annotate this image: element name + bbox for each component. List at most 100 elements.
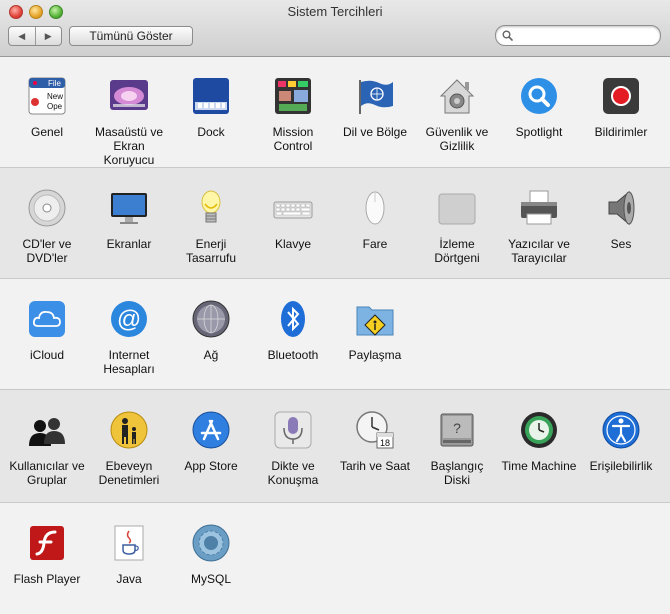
window-title: Sistem Tercihleri <box>287 4 383 19</box>
un-flag-icon <box>359 80 393 114</box>
svg-text:Ope: Ope <box>47 102 63 111</box>
pane-label: Enerji Tasarrufu <box>185 237 237 265</box>
other-section: Flash Player Java MySQL <box>0 503 670 614</box>
pane-label: Yazıcılar ve Tarayıcılar <box>508 237 570 265</box>
trackpad-icon <box>438 193 476 225</box>
pane-parental-controls[interactable]: Ebeveyn Denetimleri <box>88 410 170 487</box>
speaker-icon <box>608 190 635 226</box>
pane-spotlight[interactable]: Spotlight <box>498 76 580 139</box>
general-file-icon: File New Ope <box>28 77 66 115</box>
pane-label: Fare <box>362 237 388 251</box>
pane-security-privacy[interactable]: Güvenlik ve Gizlilik <box>416 76 498 153</box>
pane-label: Dock <box>197 125 225 139</box>
java-cup-icon <box>114 525 144 561</box>
pane-label: Internet Hesapları <box>103 348 155 376</box>
pane-startup-disk[interactable]: ? Başlangıç Diski <box>416 410 498 487</box>
pane-energy-saver[interactable]: Enerji Tasarrufu <box>170 188 252 265</box>
pane-keyboard[interactable]: Klavye <box>252 188 334 251</box>
pane-language-region[interactable]: Dil ve Bölge <box>334 76 416 139</box>
pane-mission-control[interactable]: Mission Control <box>252 76 334 153</box>
mysql-icon <box>192 524 230 562</box>
pane-label: Ebeveyn Denetimleri <box>98 459 160 487</box>
personal-section: File New Ope Genel Masaüstü ve Ekran Kor… <box>0 57 670 168</box>
microphone-icon <box>274 411 312 449</box>
pane-trackpad[interactable]: İzleme Dörtgeni <box>416 188 498 265</box>
pane-label: Başlangıç Diski <box>430 459 484 487</box>
keyboard-icon <box>273 201 313 219</box>
pane-date-time[interactable]: 18 Tarih ve Saat <box>334 410 416 473</box>
pane-network[interactable]: Ağ <box>170 299 252 362</box>
pane-label: Flash Player <box>13 572 81 586</box>
pane-label: Java <box>116 572 142 586</box>
printer-icon <box>521 190 557 225</box>
svg-text:File: File <box>48 79 61 88</box>
pane-label: Kullanıcılar ve Gruplar <box>9 459 85 487</box>
pane-mouse[interactable]: Fare <box>334 188 416 251</box>
pane-dictation-speech[interactable]: Dikte ve Konuşma <box>252 410 334 487</box>
back-button[interactable]: ◀ <box>9 27 35 45</box>
pane-label: Ekranlar <box>106 237 152 251</box>
lightbulb-icon <box>201 190 221 223</box>
svg-text:?: ? <box>453 420 461 436</box>
pane-label: Genel <box>30 125 64 139</box>
pane-label: MySQL <box>190 572 231 586</box>
pane-internet-accounts[interactable]: @ Internet Hesapları <box>88 299 170 376</box>
time-machine-icon <box>521 412 557 448</box>
pane-label: Spotlight <box>515 125 563 139</box>
forward-button[interactable]: ▶ <box>34 27 62 45</box>
network-globe-icon <box>192 300 230 338</box>
svg-text:@: @ <box>117 306 141 333</box>
system-preferences-window: Sistem Tercihleri ◀ ▶ Tümünü Göster File… <box>0 0 670 614</box>
notifications-record-icon <box>603 78 639 114</box>
svg-text:18: 18 <box>380 438 390 448</box>
pane-java[interactable]: Java <box>88 523 170 586</box>
bluetooth-icon <box>281 301 305 337</box>
accessibility-icon <box>602 411 640 449</box>
search-field[interactable] <box>495 25 661 46</box>
pane-app-store[interactable]: App Store <box>170 410 252 473</box>
pane-label: CD'ler ve DVD'ler <box>22 237 72 265</box>
pane-label: Dikte ve Konuşma <box>267 459 319 487</box>
parental-controls-icon <box>110 411 148 449</box>
pane-users-groups[interactable]: Kullanıcılar ve Gruplar <box>6 410 88 487</box>
pane-cds-dvds[interactable]: CD'ler ve DVD'ler <box>6 188 88 265</box>
pane-bluetooth[interactable]: Bluetooth <box>252 299 334 362</box>
pane-label: Bildirimler <box>594 125 648 139</box>
pane-dock[interactable]: Dock <box>170 76 252 139</box>
pane-printers-scanners[interactable]: Yazıcılar ve Tarayıcılar <box>498 188 580 265</box>
dock-icon <box>193 78 229 114</box>
pane-accessibility[interactable]: Erişilebilirlik <box>580 410 662 473</box>
search-icon <box>502 30 513 41</box>
pane-notifications[interactable]: Bildirimler <box>580 76 662 139</box>
search-input[interactable] <box>518 28 652 44</box>
internet-section: iCloud @ Internet Hesapları Ağ Bluetooth… <box>0 279 670 390</box>
desktop-screensaver-icon <box>110 80 148 110</box>
pane-label: Klavye <box>274 237 312 251</box>
pane-general[interactable]: File New Ope Genel <box>6 76 88 139</box>
icloud-icon <box>29 301 65 337</box>
pane-label: Bluetooth <box>267 348 319 362</box>
pane-label: Time Machine <box>501 459 577 473</box>
show-all-button[interactable]: Tümünü Göster <box>69 26 193 46</box>
pane-sound[interactable]: Ses <box>580 188 662 251</box>
app-store-icon <box>192 411 230 449</box>
title-bar: Sistem Tercihleri ◀ ▶ Tümünü Göster <box>0 0 670 57</box>
pane-desktop-screensaver[interactable]: Masaüstü ve Ekran Koruyucu <box>88 76 170 167</box>
pane-displays[interactable]: Ekranlar <box>88 188 170 251</box>
pane-label: Erişilebilirlik <box>589 459 653 473</box>
sharing-folder-icon <box>356 306 394 336</box>
pane-label: Paylaşma <box>348 348 402 362</box>
pane-sharing[interactable]: Paylaşma <box>334 299 416 362</box>
pane-time-machine[interactable]: Time Machine <box>498 410 580 473</box>
display-monitor-icon <box>111 193 147 224</box>
pane-icloud[interactable]: iCloud <box>6 299 88 362</box>
pane-mysql[interactable]: MySQL <box>170 523 252 586</box>
back-forward-control: ◀ ▶ <box>8 26 62 46</box>
pane-label: Ses <box>610 237 632 251</box>
svg-text:New: New <box>47 92 63 101</box>
spotlight-magnifier-icon <box>521 78 557 114</box>
system-section: Kullanıcılar ve Gruplar Ebeveyn Denetiml… <box>0 390 670 503</box>
cd-disc-icon <box>28 189 66 227</box>
clock-calendar-icon: 18 <box>356 411 394 449</box>
pane-flash-player[interactable]: Flash Player <box>6 523 88 586</box>
